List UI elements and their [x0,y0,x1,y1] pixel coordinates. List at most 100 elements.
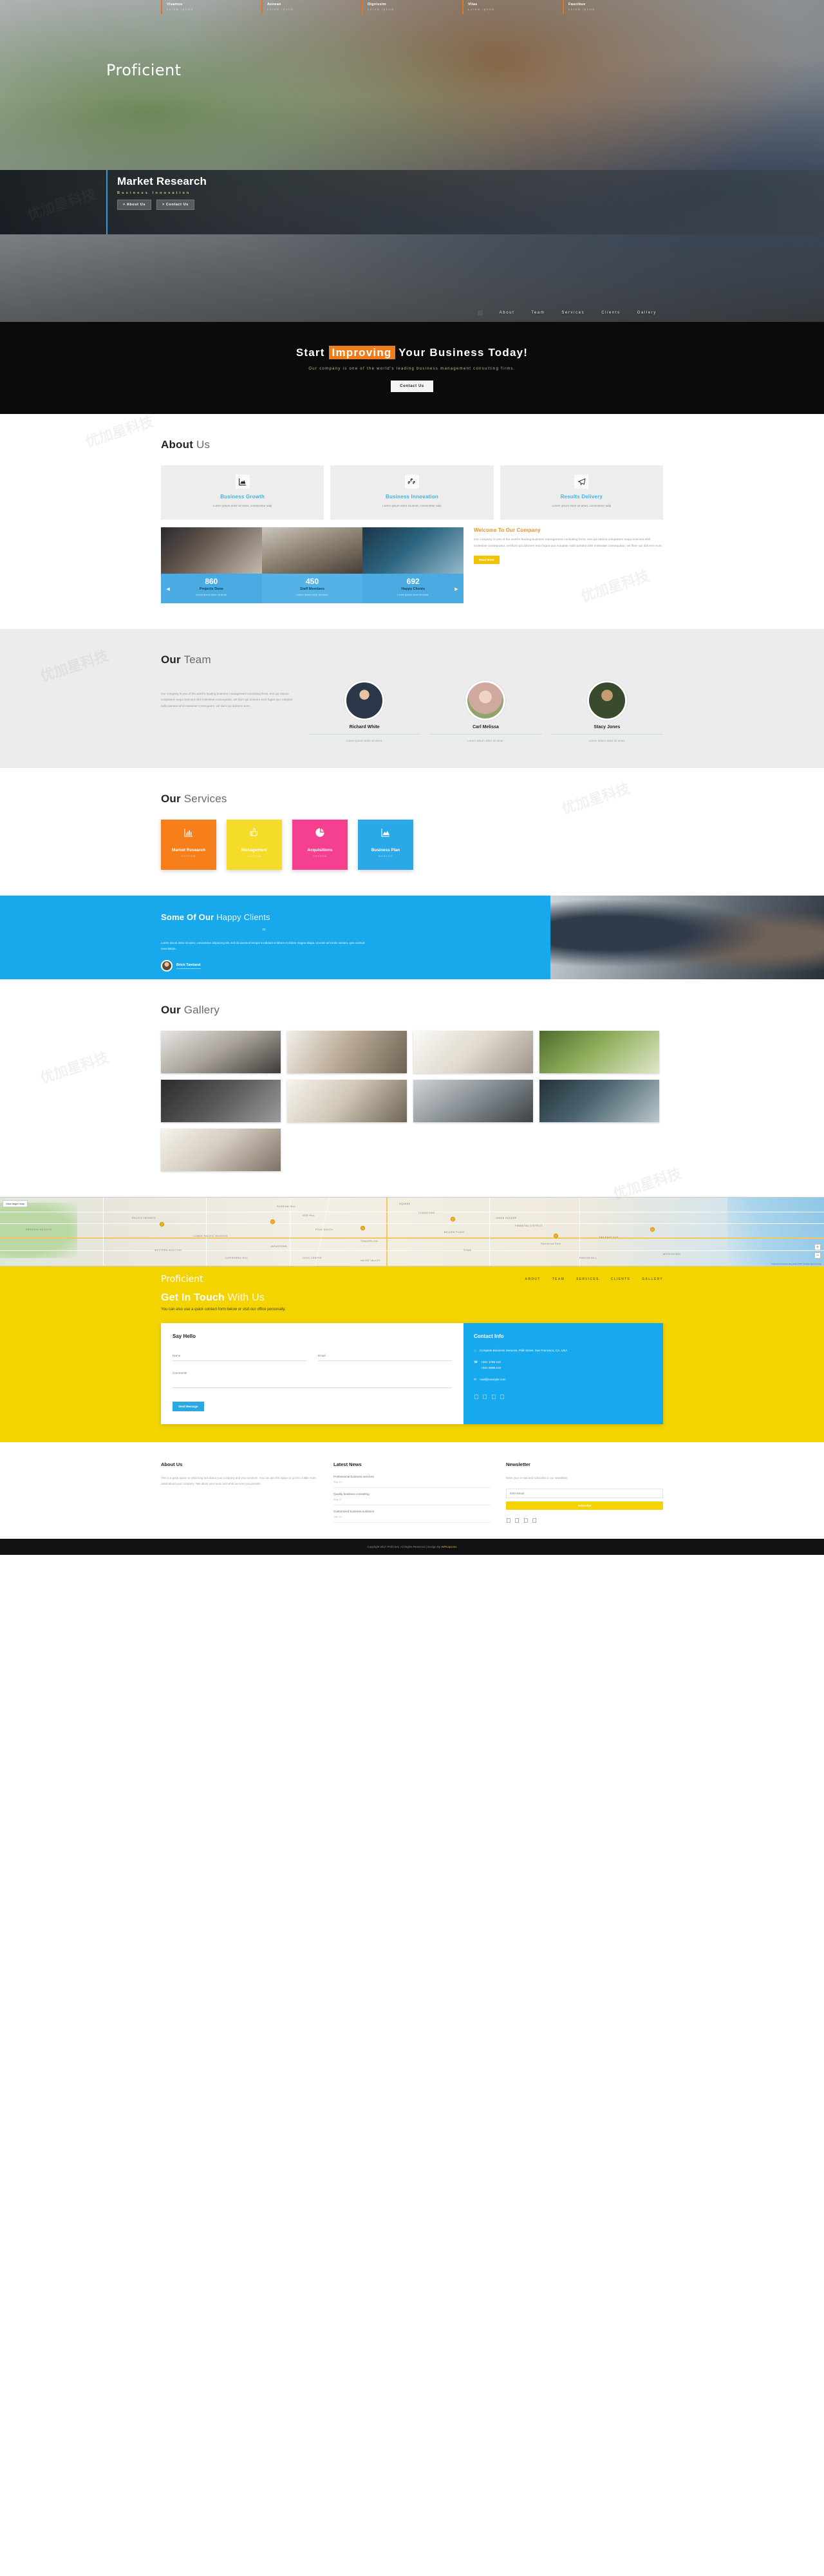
map-pin-icon[interactable] [360,1225,365,1232]
facebook-icon[interactable]:  [474,1394,479,1401]
hero-caption: Market Research Business Innovation > Ab… [117,175,207,210]
footer-logo[interactable]: Proficient [161,1274,203,1284]
slider-next-icon[interactable]: ▸ [452,584,461,594]
twitter-icon[interactable]:  [483,1394,488,1401]
gallery-item[interactable] [161,1079,281,1122]
top-strip-item-3[interactable]: Vitae Lorem ipsum [462,0,563,14]
news-item[interactable]: Professional business services Sep 12 [333,1475,491,1488]
top-strip-item-2[interactable]: Dignissim Lorem ipsum [362,0,462,14]
service-sub: CUSTOM [247,854,262,858]
news-item[interactable]: Quality business consulting Aug 20 [333,1492,491,1505]
map-zoom-out-button[interactable]: − [814,1252,821,1259]
send-message-button[interactable]: Send Message [173,1401,204,1411]
service-card-management[interactable]: Management CUSTOM [227,819,282,870]
gallery-item[interactable] [413,1030,533,1073]
top-strip-item-4[interactable]: Faucibus Lorem ipsum [563,0,663,14]
map-view-larger-link[interactable]: View larger map [3,1199,28,1207]
contact-nav-about[interactable]: ABOUT [525,1277,540,1281]
map-pin-icon[interactable] [451,1216,455,1223]
contact-nav-clients[interactable]: CLIENTS [611,1277,631,1281]
hero-about-button[interactable]: > About Us [117,200,151,210]
nav-item-clients[interactable]: Clients [601,311,621,315]
gallery-item[interactable] [287,1079,407,1122]
contact-nav-team[interactable]: TEAM [552,1277,565,1281]
newsletter-subscribe-button[interactable]: Subscribe [506,1501,663,1510]
gallery-item[interactable] [413,1079,533,1122]
about-slider-images [161,527,464,574]
feature-card-results[interactable]: Results Delivery Lorem ipsum dolor sit a… [500,465,663,520]
gallery-item[interactable] [539,1030,659,1073]
team-member-name: Carl Melissa [473,724,499,729]
hero-contact-button[interactable]: > Contact Us [156,200,194,210]
message-field-wrap [173,1371,452,1391]
map-pin-icon[interactable] [160,1221,164,1228]
nav-item-about[interactable]: About [500,311,515,315]
news-date: Aug 20 [333,1497,342,1501]
feature-card-innovation[interactable]: Business Innovation Lorem ipsum dolor si… [330,465,494,520]
map-pin-icon[interactable] [650,1227,655,1233]
team-member-richard-white[interactable]: Richard White Lorem ipsum dolor sit amet… [308,680,421,742]
gallery-item[interactable] [287,1030,407,1073]
top-strip-sub: Lorem ipsum [267,7,294,11]
nav-item-services[interactable]: Services [561,311,585,315]
about-image-slider[interactable]: 860 Projects Done Lorem ipsum dolor sit … [161,527,464,603]
email-field-wrap [318,1348,452,1361]
google-plus-icon[interactable]:  [523,1518,529,1525]
newsletter-email-input[interactable] [506,1488,663,1498]
site-logo[interactable]: Proficient [106,61,181,79]
map-section[interactable]: PACIFIC HEIGHTS NOB HILL CHINATOWN RUSSI… [0,1196,824,1266]
service-card-business-plan[interactable]: Business Plan MARKUP [358,819,413,870]
read-more-button[interactable]: Read More [474,556,500,565]
message-input[interactable] [173,1371,452,1388]
email-input[interactable] [318,1353,452,1361]
cta-title-highlight: Improving [328,346,395,359]
map-zoom-in-button[interactable]: + [814,1243,821,1250]
team-member-stacy-jones[interactable]: Stacy Jones Lorem ipsum dolor sit amet. [550,680,663,742]
cta-contact-button[interactable]: Contact Us [391,381,433,392]
top-strip-item-0[interactable]: Vivamus Lorem ipsum [161,0,261,14]
name-input[interactable] [173,1353,306,1361]
gallery-heading: Our Gallery [161,1004,663,1017]
twitter-icon[interactable]:  [515,1518,520,1525]
top-strip-item-1[interactable]: Aenean Lorem ipsum [261,0,362,14]
team-member-carl-melissa[interactable]: Carl Melissa Lorem ipsum dolor sit amet. [429,680,542,742]
news-item[interactable]: Customized business solutions July 29 [333,1510,491,1523]
hero-banner: Vivamus Lorem ipsum Aenean Lorem ipsum D… [0,0,824,322]
service-card-acquisitions[interactable]: Acquisitions CUSTOM [292,819,348,870]
contact-navbar: Proficient ABOUT TEAM SERVICES CLIENTS G… [161,1266,663,1292]
thumbs-up-icon [232,827,277,840]
menu-toggle-icon[interactable] [477,310,483,315]
about-slide-image-3 [362,527,464,574]
location-pin-icon: ◇ [474,1348,476,1353]
team-heading-bold: Our [161,653,181,666]
feature-text: Lorem ipsum dolor sit amet, consectetur … [382,504,442,507]
feature-card-growth[interactable]: Business Growth Lorem ipsum dolor sit am… [161,465,324,520]
facebook-icon[interactable]:  [506,1518,511,1525]
map-label: SQUARE [399,1202,411,1205]
service-card-market-research[interactable]: Market Research CUSTOM [161,819,216,870]
nav-item-team[interactable]: Team [531,311,545,315]
gallery-item[interactable] [161,1128,281,1171]
gallery-item[interactable] [161,1030,281,1073]
map-pin-icon[interactable] [270,1219,275,1225]
nav-item-gallery[interactable]: Gallery [637,311,657,315]
google-plus-icon[interactable]:  [491,1394,496,1401]
map-label: RINCON HILL [579,1256,597,1259]
gallery-item[interactable] [539,1079,659,1122]
contact-nav-gallery[interactable]: GALLERY [642,1277,663,1281]
contact-nav-services[interactable]: SERVICES [576,1277,599,1281]
copyright-link[interactable]: WPKapsons [441,1545,456,1548]
map-pin-icon[interactable] [554,1233,558,1239]
slider-prev-icon[interactable]: ◂ [164,584,173,594]
services-heading: Our Services [161,793,663,805]
news-title: Quality business consulting [333,1492,370,1496]
contact-email[interactable]: mail@example.com [480,1377,505,1383]
linkedin-icon[interactable]:  [532,1518,538,1525]
cubes-icon [404,475,419,489]
footer-about-text: This is a great space to write long text… [161,1476,316,1485]
linkedin-icon[interactable]:  [500,1394,505,1401]
map-label: MISSION BAY [663,1252,681,1255]
top-strip-title: Vitae [468,3,478,6]
contact-phones: +001 1786 610 +001 5698 615 [481,1360,501,1370]
welcome-text: Our company is one of the world's leadin… [474,538,663,549]
